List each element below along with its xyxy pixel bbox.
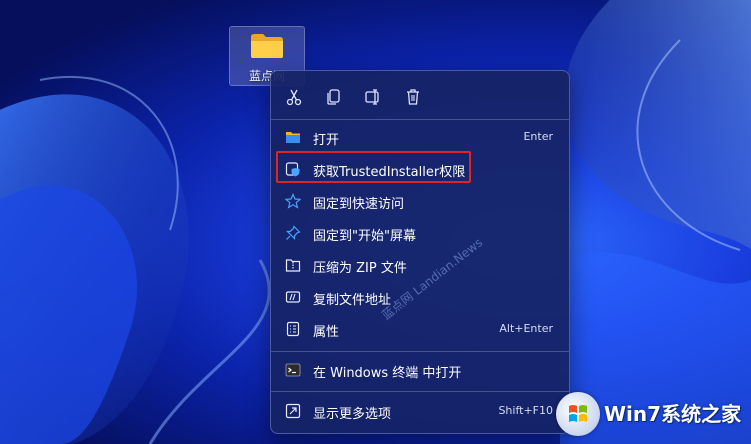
menu-item-shortcut: Enter — [523, 130, 553, 143]
menu-item-show-more-options[interactable]: 显示更多选项 Shift+F10 — [279, 396, 561, 426]
menu-separator — [271, 351, 569, 352]
trash-icon — [407, 89, 419, 105]
menu-item-label: 属性 — [313, 325, 340, 340]
menu-item-pin-start[interactable]: 固定到"开始"屏幕 — [279, 218, 561, 248]
path-icon — [285, 291, 301, 303]
folder-icon — [286, 132, 300, 143]
menu-item-label: 打开 — [313, 133, 340, 148]
logo-text: Win7系统之家 — [604, 402, 742, 426]
menu-item-label: 固定到"开始"屏幕 — [313, 229, 416, 244]
menu-item-label: 固定到快速访问 — [313, 197, 405, 212]
menu-item-open-terminal[interactable]: 在 Windows 终端 中打开 — [279, 355, 561, 385]
zip-icon — [285, 259, 301, 272]
menu-item-label: 压缩为 ZIP 文件 — [313, 261, 407, 276]
menu-separator — [271, 391, 569, 392]
menu-item-shortcut: Shift+F10 — [498, 404, 553, 417]
menu-toolbar — [271, 79, 569, 115]
rename-icon — [365, 89, 379, 105]
terminal-icon — [285, 363, 301, 377]
menu-item-label: 复制文件地址 — [313, 293, 392, 308]
menu-item-properties[interactable]: 属性 Alt+Enter — [279, 314, 561, 344]
menu-item-label: 在 Windows 终端 中打开 — [313, 366, 462, 381]
folder-icon — [251, 34, 283, 58]
rename-button[interactable] — [359, 83, 387, 111]
menu-item-open[interactable]: 打开 Enter — [279, 122, 561, 152]
cut-button[interactable] — [280, 83, 308, 111]
delete-button[interactable] — [399, 83, 427, 111]
menu-item-pin-quick-access[interactable]: 固定到快速访问 — [279, 186, 561, 216]
pin-icon — [286, 225, 301, 240]
more-options-icon — [285, 403, 301, 419]
copy-icon — [327, 89, 340, 105]
menu-item-shortcut: Alt+Enter — [499, 322, 553, 335]
menu-separator — [271, 119, 569, 120]
menu-item-label: 显示更多选项 — [313, 407, 392, 422]
highlight-box — [276, 151, 471, 183]
copy-button[interactable] — [319, 83, 347, 111]
properties-icon — [286, 321, 300, 337]
site-logo: Win7系统之家 — [554, 386, 748, 440]
windows-logo-icon — [556, 392, 600, 436]
context-menu: 打开 Enter 获取TrustedInstaller权限 固定到快速访问 固定… — [270, 70, 570, 434]
scissors-icon — [286, 89, 302, 106]
star-icon — [285, 193, 301, 209]
